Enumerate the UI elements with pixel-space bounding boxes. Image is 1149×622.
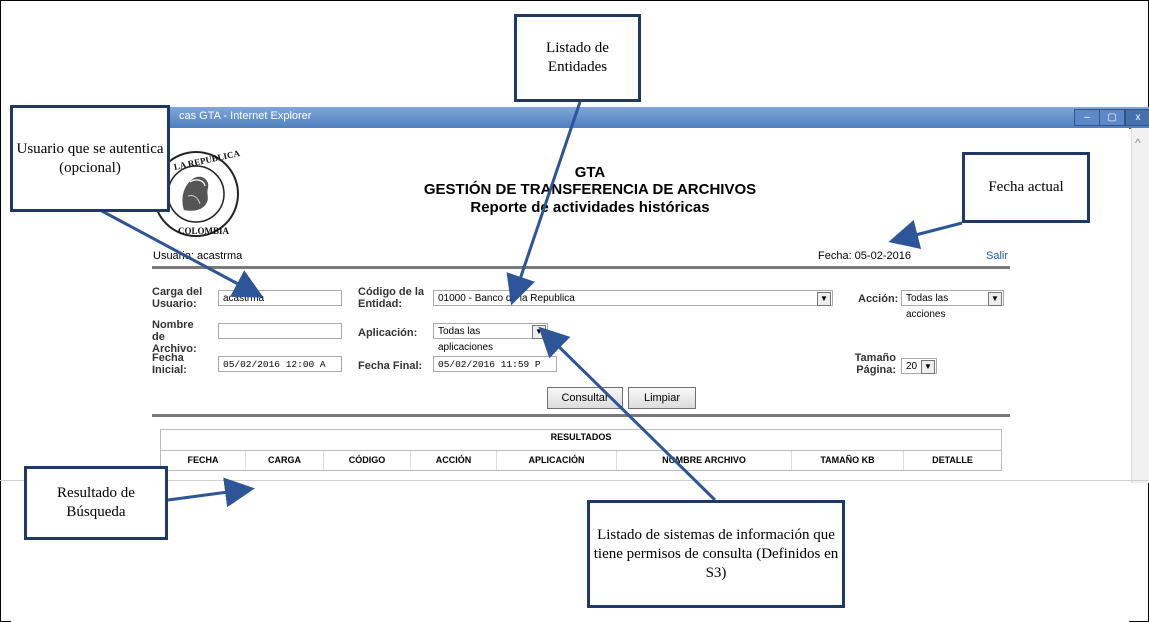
chevron-down-icon[interactable]: ▼ — [988, 292, 1002, 306]
callout-sistemas: Listado de sistemas de información que t… — [587, 500, 845, 608]
nombre-archivo-input[interactable] — [218, 323, 342, 339]
aplicacion-label: Aplicación: — [358, 327, 418, 339]
column-header: APLICACIÓN — [497, 451, 617, 470]
codigo-entidad-label: Código de la Entidad: — [358, 286, 424, 310]
accion-select[interactable]: Todas las acciones ▼ — [901, 290, 1004, 320]
aplicacion-select[interactable]: Todas las aplicaciones ▼ — [433, 323, 548, 353]
codigo-entidad-value: 01000 - Banco de la Republica — [438, 293, 575, 304]
window-title: cas GTA - Internet Explorer — [179, 110, 312, 122]
results-table: RESULTADOS FECHA CARGA CÓDIGO ACCIÓN APL… — [160, 429, 1002, 471]
column-header: ACCIÓN — [411, 451, 497, 470]
aplicacion-value: Todas las aplicaciones — [438, 326, 494, 353]
tamano-pagina-value: 20 — [906, 361, 918, 372]
close-icon[interactable]: x — [1125, 109, 1149, 126]
report-title: Reporte de actividades históricas — [470, 199, 710, 216]
results-header-row: FECHA CARGA CÓDIGO ACCIÓN APLICACIÓN NOM… — [161, 450, 1001, 470]
carga-label: Carga del Usuario: — [152, 286, 203, 310]
callout-entidades: Listado de Entidades — [514, 14, 641, 102]
limpiar-button[interactable]: Limpiar — [628, 387, 696, 409]
nombre-archivo-label: Nombre de Archivo: — [152, 319, 197, 355]
fecha-inicial-label: Fecha Inicial: — [152, 352, 187, 376]
current-date: Fecha: 05-02-2016 — [818, 250, 911, 262]
divider-top — [152, 266, 1010, 269]
viewport-bottom-edge — [0, 480, 1149, 481]
accion-value: Todas las acciones — [906, 293, 949, 320]
divider-bottom — [152, 414, 1010, 417]
callout-resultado-busqueda: Resultado de Búsqueda — [24, 466, 168, 540]
accion-label: Acción: — [858, 293, 899, 305]
column-header: FECHA — [161, 451, 246, 470]
codigo-entidad-select[interactable]: 01000 - Banco de la Republica ▼ — [433, 290, 833, 306]
results-title: RESULTADOS — [550, 432, 612, 442]
fecha-final-label: Fecha Final: — [358, 360, 423, 372]
user-label: Usuario: acastrma — [153, 250, 243, 262]
page-title: GTA — [574, 164, 606, 181]
consultar-button[interactable]: Consultar — [547, 387, 623, 409]
callout-fecha-actual: Fecha actual — [962, 152, 1090, 223]
callout-usuario: Usuario que se autentica (opcional) — [10, 105, 170, 212]
column-header: DETALLE — [932, 455, 973, 465]
tamano-pagina-label: Tamaño Página: — [854, 352, 896, 376]
tamano-pagina-select[interactable]: 20 ▼ — [901, 358, 937, 374]
window-titlebar: cas GTA - Internet Explorer – ▢ x — [11, 107, 1149, 129]
page-subtitle: GESTIÓN DE TRANSFERENCIA DE ARCHIVOS — [423, 181, 757, 198]
scroll-up-icon[interactable]: ^ — [1135, 136, 1141, 150]
minimize-icon[interactable]: – — [1074, 109, 1100, 126]
carga-usuario-input[interactable]: acastrma — [218, 290, 342, 306]
chevron-down-icon[interactable]: ▼ — [817, 292, 831, 306]
chevron-down-icon[interactable]: ▼ — [532, 325, 546, 339]
fecha-final-input[interactable]: 05/02/2016 11:59 P — [433, 356, 557, 372]
chevron-down-icon[interactable]: ▼ — [921, 360, 935, 374]
column-header: TAMAÑO KB — [792, 451, 904, 470]
logout-link[interactable]: Salir — [986, 250, 1008, 262]
column-header: NOMBRE ARCHIVO — [617, 451, 792, 470]
vertical-scrollbar[interactable]: ^ — [1131, 128, 1149, 483]
maximize-icon[interactable]: ▢ — [1099, 109, 1125, 126]
logo-text-bottom: COLOMBIA — [178, 226, 230, 236]
fecha-inicial-input[interactable]: 05/02/2016 12:00 A — [218, 356, 342, 372]
column-header: CARGA — [246, 451, 324, 470]
column-header: CÓDIGO — [324, 451, 411, 470]
